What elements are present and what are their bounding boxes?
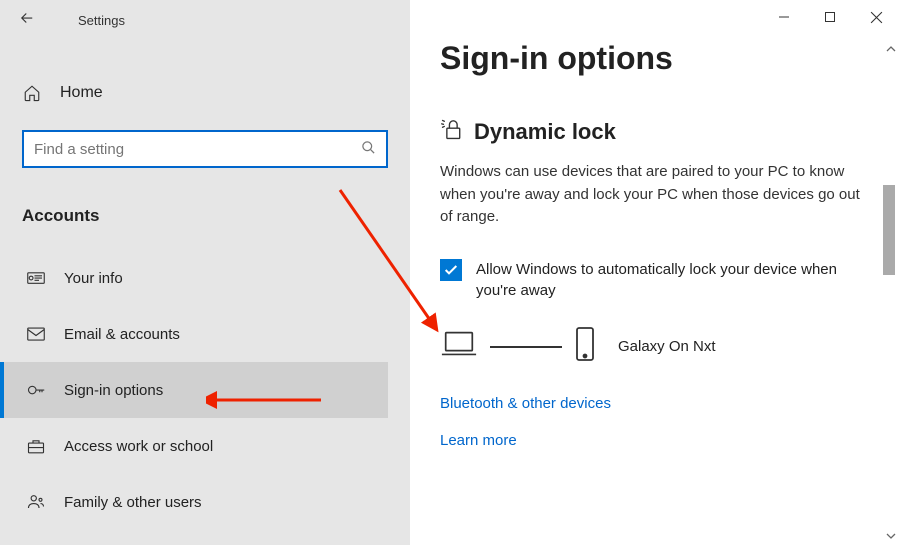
dynamic-lock-icon bbox=[440, 117, 464, 147]
sidebar: Settings Home Accounts Your info bbox=[0, 0, 410, 545]
page-title: Sign-in options bbox=[440, 40, 869, 77]
nav-item-work[interactable]: Access work or school bbox=[0, 418, 388, 474]
titlebar: Settings bbox=[0, 0, 410, 40]
laptop-icon bbox=[440, 329, 478, 364]
minimize-button[interactable] bbox=[761, 0, 807, 34]
nav-label: Email & accounts bbox=[64, 326, 180, 343]
sidebar-body: Home Accounts Your info Email & accounts bbox=[0, 40, 410, 530]
home-icon bbox=[22, 84, 42, 102]
user-card-icon bbox=[26, 270, 46, 286]
content-panel: Sign-in options Dynamic lock Windows can… bbox=[410, 0, 899, 545]
nav-item-signin[interactable]: Sign-in options bbox=[0, 362, 388, 418]
nav-item-email[interactable]: Email & accounts bbox=[0, 306, 388, 362]
email-icon bbox=[26, 327, 46, 341]
nav-label: Your info bbox=[64, 270, 123, 287]
scroll-up-icon[interactable] bbox=[883, 40, 899, 58]
home-label: Home bbox=[60, 84, 103, 102]
family-icon bbox=[26, 493, 46, 511]
maximize-button[interactable] bbox=[807, 0, 853, 34]
checkbox-checked-icon[interactable] bbox=[440, 259, 462, 281]
section-title-row: Dynamic lock bbox=[440, 117, 869, 147]
scrollbar[interactable] bbox=[883, 40, 899, 545]
device-pairing-row: Galaxy On Nxt bbox=[440, 326, 869, 367]
nav-label: Sign-in options bbox=[64, 382, 163, 399]
key-icon bbox=[26, 381, 46, 399]
search-input[interactable] bbox=[34, 141, 361, 158]
back-button[interactable] bbox=[18, 9, 48, 32]
app-title: Settings bbox=[78, 13, 125, 28]
content-body: Sign-in options Dynamic lock Windows can… bbox=[410, 0, 899, 449]
section-title: Dynamic lock bbox=[474, 119, 616, 145]
section-description: Windows can use devices that are paired … bbox=[440, 161, 869, 229]
briefcase-icon bbox=[26, 438, 46, 454]
nav-label: Access work or school bbox=[64, 438, 213, 455]
sidebar-home[interactable]: Home bbox=[22, 72, 388, 114]
phone-icon bbox=[574, 326, 596, 367]
checkbox-label: Allow Windows to automatically lock your… bbox=[476, 259, 869, 303]
category-heading: Accounts bbox=[22, 206, 388, 226]
nav-item-your-info[interactable]: Your info bbox=[0, 250, 388, 306]
bluetooth-link[interactable]: Bluetooth & other devices bbox=[440, 395, 869, 412]
dynamic-lock-checkbox-row[interactable]: Allow Windows to automatically lock your… bbox=[440, 259, 869, 303]
nav-item-family[interactable]: Family & other users bbox=[0, 474, 388, 530]
paired-device-name: Galaxy On Nxt bbox=[618, 338, 716, 355]
scroll-thumb[interactable] bbox=[883, 185, 895, 275]
window-controls bbox=[761, 0, 899, 34]
nav-label: Family & other users bbox=[64, 494, 202, 511]
learn-more-link[interactable]: Learn more bbox=[440, 432, 869, 449]
scroll-down-icon[interactable] bbox=[883, 527, 899, 545]
connection-line bbox=[490, 346, 562, 348]
search-icon bbox=[361, 140, 376, 158]
nav-list: Your info Email & accounts Sign-in optio… bbox=[0, 250, 388, 530]
close-button[interactable] bbox=[853, 0, 899, 34]
search-box[interactable] bbox=[22, 130, 388, 168]
